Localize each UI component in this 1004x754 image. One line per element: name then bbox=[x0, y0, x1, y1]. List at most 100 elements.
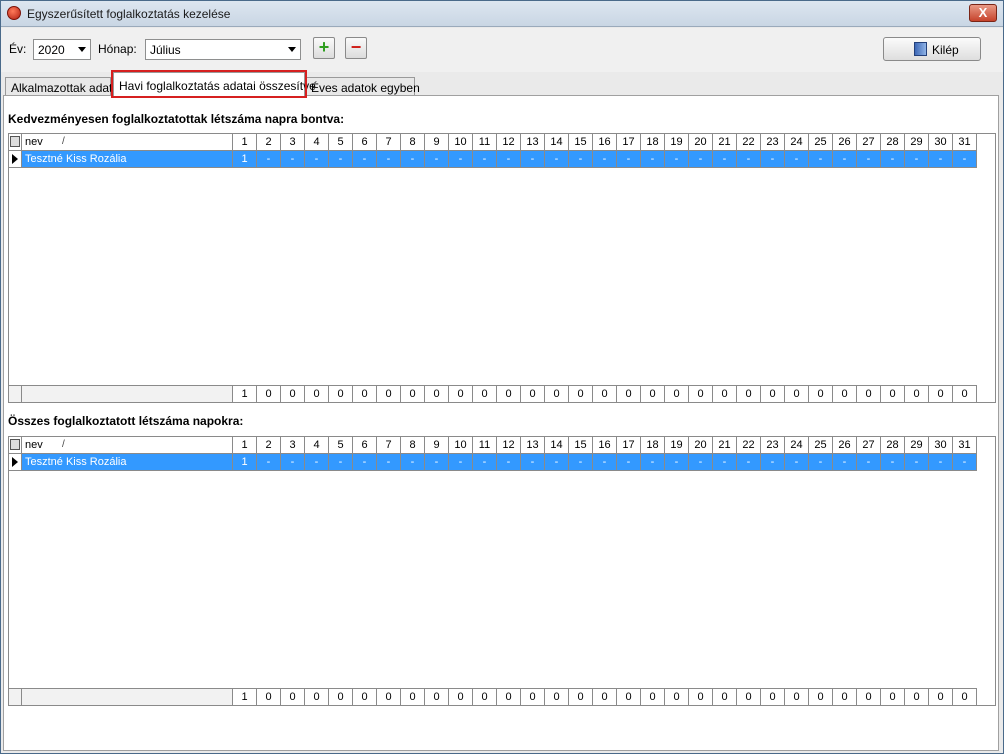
table-row[interactable]: Tesztné Kiss Rozália 1------------------… bbox=[9, 151, 977, 168]
day-header-28: 28 bbox=[881, 134, 905, 151]
tab-monthly-summary[interactable]: Havi foglalkoztatás adatai összesítve bbox=[111, 70, 316, 98]
day-header-7: 7 bbox=[377, 134, 401, 151]
footer-day-30: 0 bbox=[929, 386, 953, 403]
row-day-25: - bbox=[809, 454, 833, 471]
row-day-6: - bbox=[353, 454, 377, 471]
footer-day-28: 0 bbox=[881, 386, 905, 403]
day-header-26: 26 bbox=[833, 437, 857, 454]
day-header-10: 10 bbox=[449, 134, 473, 151]
grid-total[interactable]: nev / 1 2 3 4 5 6 7 8 9 10 11 12 13 14 15 16 17 18 19 20 21 2… bbox=[8, 436, 996, 706]
day-header-8: 8 bbox=[401, 134, 425, 151]
footer-values: 1000000000000000000000000000000 bbox=[233, 689, 977, 706]
tab-yearly[interactable]: Éves adatok egyben bbox=[305, 77, 420, 96]
footer-day-20: 0 bbox=[689, 386, 713, 403]
column-header-name[interactable]: nev / bbox=[22, 437, 233, 454]
row-day-1: 1 bbox=[233, 151, 257, 168]
grid-discounted[interactable]: nev / 1 2 3 4 5 6 7 8 9 10 11 12 13 14 15 16 17 18 19 20 21 2… bbox=[8, 133, 996, 403]
day-header-1: 1 bbox=[233, 437, 257, 454]
app-icon bbox=[7, 6, 21, 20]
day-header-2: 2 bbox=[257, 437, 281, 454]
footer-name bbox=[22, 386, 233, 403]
day-headers: 1 2 3 4 5 6 7 8 9 10 11 12 13 14 15 16 17 18 19 20 21 22 23 24 2… bbox=[233, 134, 977, 151]
year-select[interactable]: 2020 bbox=[33, 39, 91, 60]
tab-employees[interactable]: Alkalmazottak adatai bbox=[5, 77, 122, 96]
row-day-9: - bbox=[425, 151, 449, 168]
footer-day-4: 0 bbox=[305, 689, 329, 706]
row-day-21: - bbox=[713, 454, 737, 471]
footer-day-13: 0 bbox=[521, 386, 545, 403]
row-day-16: - bbox=[593, 151, 617, 168]
footer-day-3: 0 bbox=[281, 386, 305, 403]
row-day-15: - bbox=[569, 454, 593, 471]
footer-day-11: 0 bbox=[473, 386, 497, 403]
tab-panel: Kedvezményesen foglalkoztatottak létszám… bbox=[3, 95, 999, 751]
row-day-31: - bbox=[953, 454, 977, 471]
row-day-17: - bbox=[617, 151, 641, 168]
add-button[interactable]: + bbox=[313, 37, 335, 59]
footer-day-5: 0 bbox=[329, 386, 353, 403]
day-header-27: 27 bbox=[857, 437, 881, 454]
row-day-29: - bbox=[905, 454, 929, 471]
footer-day-6: 0 bbox=[353, 386, 377, 403]
footer-day-8: 0 bbox=[401, 386, 425, 403]
footer-day-9: 0 bbox=[425, 689, 449, 706]
footer-day-25: 0 bbox=[809, 689, 833, 706]
row-day-14: - bbox=[545, 151, 569, 168]
day-header-25: 25 bbox=[809, 437, 833, 454]
day-header-24: 24 bbox=[785, 437, 809, 454]
footer-day-19: 0 bbox=[665, 386, 689, 403]
row-day-12: - bbox=[497, 151, 521, 168]
footer-indicator bbox=[9, 386, 22, 403]
grid-corner[interactable] bbox=[9, 437, 22, 454]
footer-day-8: 0 bbox=[401, 689, 425, 706]
year-label: Év: bbox=[9, 42, 27, 56]
remove-button[interactable]: − bbox=[345, 37, 367, 59]
footer-day-30: 0 bbox=[929, 689, 953, 706]
day-header-30: 30 bbox=[929, 437, 953, 454]
footer-day-2: 0 bbox=[257, 689, 281, 706]
footer-day-15: 0 bbox=[569, 386, 593, 403]
day-header-5: 5 bbox=[329, 437, 353, 454]
year-value: 2020 bbox=[38, 43, 65, 57]
row-day-20: - bbox=[689, 454, 713, 471]
row-indicator bbox=[9, 151, 22, 168]
footer-day-27: 0 bbox=[857, 386, 881, 403]
day-header-23: 23 bbox=[761, 134, 785, 151]
plus-icon: + bbox=[318, 37, 330, 57]
close-button[interactable]: X bbox=[969, 4, 997, 22]
footer-day-21: 0 bbox=[713, 689, 737, 706]
row-day-28: - bbox=[881, 151, 905, 168]
day-header-9: 9 bbox=[425, 437, 449, 454]
day-header-31: 31 bbox=[953, 134, 977, 151]
column-selector-icon bbox=[10, 439, 20, 450]
day-header-24: 24 bbox=[785, 134, 809, 151]
month-select[interactable]: Július bbox=[145, 39, 301, 60]
day-header-16: 16 bbox=[593, 134, 617, 151]
footer-day-9: 0 bbox=[425, 386, 449, 403]
grid-corner[interactable] bbox=[9, 134, 22, 151]
footer-day-18: 0 bbox=[641, 689, 665, 706]
row-day-30: - bbox=[929, 454, 953, 471]
day-header-21: 21 bbox=[713, 134, 737, 151]
exit-button[interactable]: Kilép bbox=[883, 37, 981, 61]
footer-day-18: 0 bbox=[641, 386, 665, 403]
row-day-25: - bbox=[809, 151, 833, 168]
footer-day-7: 0 bbox=[377, 386, 401, 403]
day-header-7: 7 bbox=[377, 437, 401, 454]
footer-day-14: 0 bbox=[545, 689, 569, 706]
footer-day-1: 1 bbox=[233, 689, 257, 706]
day-header-2: 2 bbox=[257, 134, 281, 151]
chevron-down-icon bbox=[288, 47, 296, 52]
footer-day-16: 0 bbox=[593, 386, 617, 403]
row-day-4: - bbox=[305, 151, 329, 168]
row-day-10: - bbox=[449, 151, 473, 168]
section2-title: Összes foglalkoztatott létszáma napokra: bbox=[8, 414, 244, 428]
footer-day-2: 0 bbox=[257, 386, 281, 403]
footer-day-26: 0 bbox=[833, 689, 857, 706]
row-day-24: - bbox=[785, 151, 809, 168]
footer-day-6: 0 bbox=[353, 689, 377, 706]
day-header-12: 12 bbox=[497, 134, 521, 151]
column-header-name[interactable]: nev / bbox=[22, 134, 233, 151]
row-day-7: - bbox=[377, 151, 401, 168]
table-row[interactable]: Tesztné Kiss Rozália 1------------------… bbox=[9, 454, 977, 471]
